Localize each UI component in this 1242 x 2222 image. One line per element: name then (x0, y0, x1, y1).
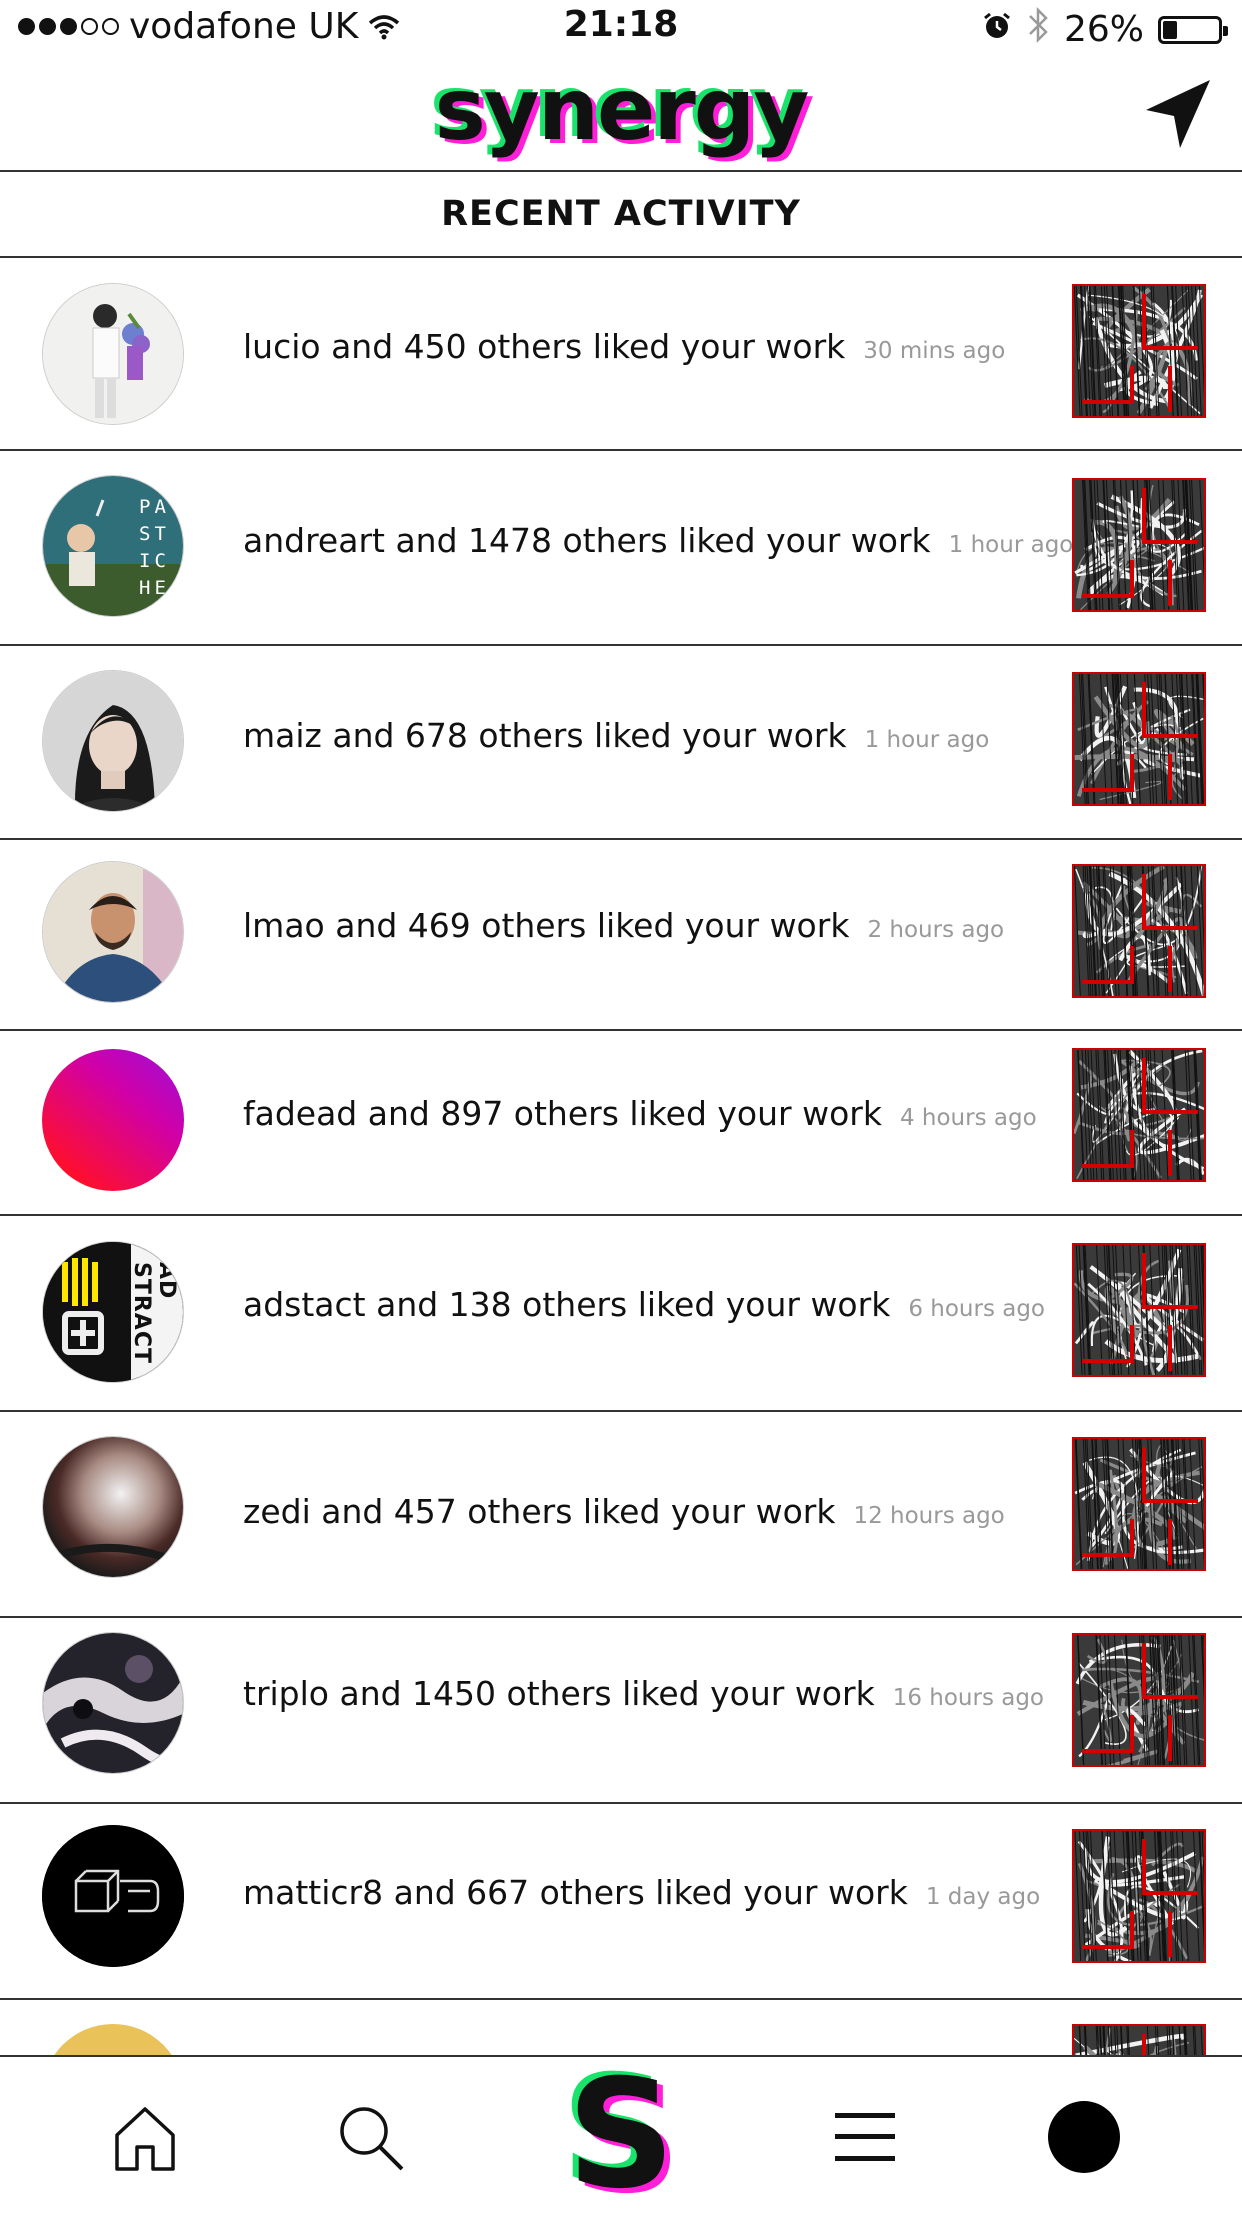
app-header: synergy (0, 56, 1242, 172)
activity-message: triplo and 1450 others liked your work (243, 1674, 875, 1713)
avatar[interactable] (42, 670, 184, 812)
artwork-thumbnail[interactable] (1072, 1829, 1206, 1963)
activity-text: matticr8 and 667 others liked your work … (243, 1873, 1040, 1912)
time-ago: 2 hours ago (867, 917, 1004, 943)
avatar[interactable]: PA ST IC HE (42, 475, 184, 617)
activity-message: adstact and 138 others liked your work (243, 1285, 890, 1324)
activity-text: maiz and 678 others liked your work 1 ho… (243, 716, 989, 755)
search-icon[interactable] (320, 2087, 420, 2187)
avatar-text: PA ST IC HE (139, 494, 170, 602)
battery-percent: 26% (1064, 9, 1144, 50)
time-ago: 1 hour ago (865, 727, 990, 753)
list-item[interactable]: lucio and 450 others liked your work 30 … (0, 256, 1242, 451)
artwork-thumbnail[interactable] (1072, 1048, 1206, 1182)
list-item[interactable]: AD STRACT adstact and 138 others liked y… (0, 1216, 1242, 1412)
avatar-text: AD STRACT (129, 1262, 179, 1383)
activity-message: lmao and 469 others liked your work (243, 906, 849, 945)
synergy-s-icon[interactable]: S (571, 2075, 671, 2195)
status-bar: vodafone UK 21:18 26% (0, 0, 1242, 56)
time-ago: 12 hours ago (853, 1503, 1004, 1529)
artwork-thumbnail[interactable] (1072, 1437, 1206, 1571)
list-item[interactable]: lmao and 469 others liked your work 2 ho… (0, 840, 1242, 1031)
battery-icon (1158, 16, 1222, 44)
time-ago: 16 hours ago (893, 1685, 1044, 1711)
activity-message: andreart and 1478 others liked your work (243, 521, 931, 560)
profile-icon[interactable] (1034, 2087, 1134, 2187)
activity-text: andreart and 1478 others liked your work… (243, 521, 1073, 560)
activity-text: lmao and 469 others liked your work 2 ho… (243, 906, 1004, 945)
artwork-thumbnail[interactable] (1072, 478, 1206, 612)
activity-message: matticr8 and 667 others liked your work (243, 1873, 908, 1912)
activity-message: fadead and 897 others liked your work (243, 1094, 882, 1133)
activity-text: fadead and 897 others liked your work 4 … (243, 1094, 1037, 1133)
time-ago: 4 hours ago (900, 1105, 1037, 1131)
activity-message: maiz and 678 others liked your work (243, 716, 847, 755)
artwork-thumbnail[interactable] (1072, 864, 1206, 998)
activity-list: lucio and 450 others liked your work 30 … (0, 256, 1242, 2060)
status-right: 26% (982, 6, 1222, 53)
alarm-icon (982, 9, 1012, 50)
activity-text: triplo and 1450 others liked your work 1… (243, 1674, 1044, 1713)
avatar[interactable] (42, 1825, 184, 1967)
location-arrow-icon[interactable] (1138, 74, 1218, 154)
artwork-thumbnail[interactable] (1072, 1633, 1206, 1767)
activity-text: lucio and 450 others liked your work 30 … (243, 327, 1005, 366)
list-item[interactable]: maiz and 678 others liked your work 1 ho… (0, 646, 1242, 840)
avatar[interactable] (42, 1436, 184, 1578)
synergy-logo: synergy (0, 60, 1242, 160)
menu-icon[interactable] (815, 2087, 915, 2187)
time-ago: 30 mins ago (863, 338, 1005, 364)
avatar[interactable] (42, 861, 184, 1003)
avatar[interactable] (42, 1632, 184, 1774)
time-ago: 1 hour ago (949, 532, 1074, 558)
time-ago: 6 hours ago (908, 1296, 1045, 1322)
activity-text: adstact and 138 others liked your work 6… (243, 1285, 1045, 1324)
avatar[interactable]: AD STRACT (42, 1241, 184, 1383)
home-icon[interactable] (95, 2087, 195, 2187)
artwork-thumbnail[interactable] (1072, 1243, 1206, 1377)
artwork-thumbnail[interactable] (1072, 672, 1206, 806)
list-item[interactable]: PA ST IC HE andreart and 1478 others lik… (0, 451, 1242, 646)
avatar[interactable] (42, 1049, 184, 1191)
list-item[interactable]: zedi and 457 others liked your work 12 h… (0, 1412, 1242, 1618)
list-item[interactable]: fadead and 897 others liked your work 4 … (0, 1031, 1242, 1216)
time-ago: 1 day ago (926, 1884, 1040, 1910)
section-title: RECENT ACTIVITY (0, 172, 1242, 258)
tab-bar: S (0, 2055, 1242, 2210)
activity-message: zedi and 457 others liked your work (243, 1492, 835, 1531)
activity-message: lucio and 450 others liked your work (243, 327, 845, 366)
avatar[interactable] (42, 283, 184, 425)
activity-text: zedi and 457 others liked your work 12 h… (243, 1492, 1005, 1531)
list-item[interactable]: matticr8 and 667 others liked your work … (0, 1804, 1242, 2000)
bluetooth-icon (1026, 6, 1050, 53)
list-item[interactable]: triplo and 1450 others liked your work 1… (0, 1618, 1242, 1804)
artwork-thumbnail[interactable] (1072, 284, 1206, 418)
